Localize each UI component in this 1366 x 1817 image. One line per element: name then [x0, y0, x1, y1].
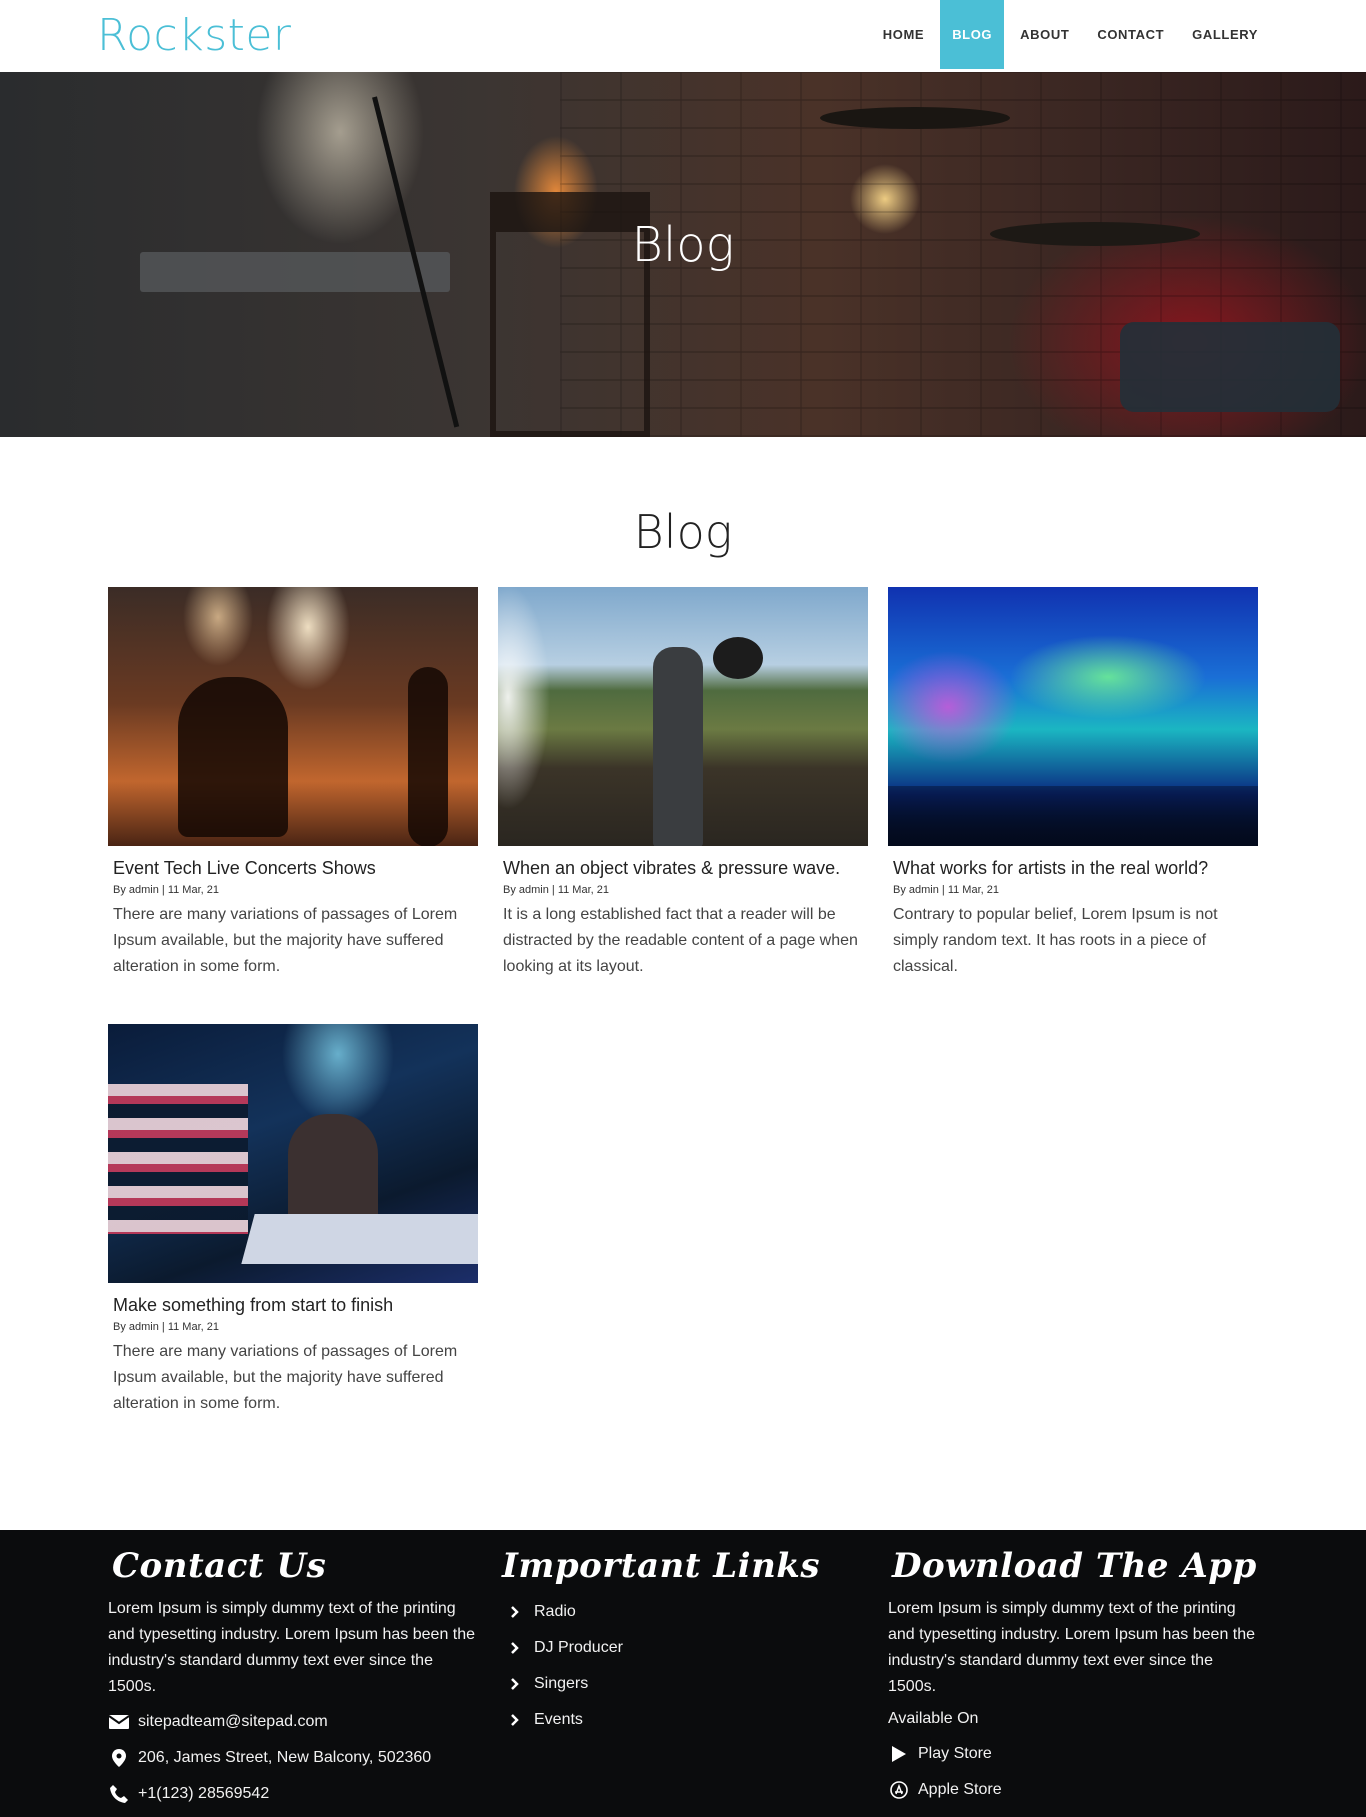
site-footer: Contact Us Lorem Ipsum is simply dummy t…	[0, 1530, 1366, 1817]
nav-contact[interactable]: CONTACT	[1085, 0, 1176, 69]
blog-card-image[interactable]	[498, 587, 868, 846]
main-nav: HOME BLOG ABOUT CONTACT GALLERY	[867, 0, 1270, 69]
footer-link-events[interactable]: Events	[498, 1702, 868, 1738]
image-water-spray	[498, 587, 568, 846]
footer-phone[interactable]: +1(123) 28569542	[108, 1776, 478, 1812]
play-store-link[interactable]: Play Store	[888, 1736, 1258, 1772]
image-raised-hand	[408, 667, 448, 846]
blog-card-meta: By admin | 11 Mar, 21	[893, 884, 999, 896]
footer-contact: Contact Us Lorem Ipsum is simply dummy t…	[108, 1530, 478, 1812]
footer-link-radio[interactable]: Radio	[498, 1594, 868, 1630]
image-boom-mic	[713, 637, 763, 679]
blog-card-title[interactable]: When an object vibrates & pressure wave.	[503, 856, 863, 880]
nav-blog[interactable]: BLOG	[940, 0, 1005, 69]
section-title: Blog	[633, 505, 733, 559]
phone-icon	[108, 1785, 130, 1803]
footer-link-label[interactable]: Singers	[534, 1675, 588, 1693]
image-person	[653, 647, 703, 846]
blog-card-title[interactable]: Event Tech Live Concerts Shows	[113, 856, 473, 880]
hero-banner: Blog	[0, 72, 1366, 437]
footer-address-text: 206, James Street, New Balcony, 502360	[138, 1749, 432, 1766]
blog-card-excerpt: There are many variations of passages of…	[113, 906, 458, 975]
image-crowd	[888, 786, 1258, 846]
apple-store-icon	[888, 1781, 910, 1799]
blog-card-meta: By admin | 11 Mar, 21	[113, 884, 219, 896]
nav-about[interactable]: ABOUT	[1008, 0, 1081, 69]
blog-card-excerpt: There are many variations of passages of…	[113, 1343, 458, 1412]
footer-app: Download The App Lorem Ipsum is simply d…	[888, 1530, 1258, 1808]
map-pin-icon	[108, 1749, 130, 1767]
image-stage-lights	[108, 1084, 248, 1234]
hero-cymbal	[820, 107, 1010, 129]
chevron-right-icon	[504, 1714, 526, 1726]
nav-gallery[interactable]: GALLERY	[1180, 0, 1270, 69]
footer-link-label[interactable]: DJ Producer	[534, 1639, 623, 1657]
image-hands	[178, 677, 288, 837]
blog-card-excerpt: It is a long established fact that a rea…	[503, 906, 858, 975]
footer-link-singers[interactable]: Singers	[498, 1666, 868, 1702]
footer-link-label[interactable]: Events	[534, 1711, 583, 1729]
chevron-right-icon	[504, 1678, 526, 1690]
footer-links: Important Links Radio DJ Producer Singer…	[498, 1530, 868, 1738]
hero-title: Blog	[631, 217, 735, 273]
blog-card-image[interactable]	[108, 1024, 478, 1283]
image-dj-deck	[241, 1214, 478, 1264]
footer-links-list: Radio DJ Producer Singers Events	[498, 1594, 868, 1738]
blog-card[interactable]: Make something from start to finish By a…	[108, 1024, 478, 1417]
envelope-icon	[108, 1715, 130, 1729]
footer-address: 206, James Street, New Balcony, 502360	[108, 1740, 478, 1776]
chevron-right-icon	[504, 1642, 526, 1654]
blog-card[interactable]: Event Tech Live Concerts Shows By admin …	[108, 587, 478, 980]
blog-card-image[interactable]	[888, 587, 1258, 846]
footer-phone-text[interactable]: +1(123) 28569542	[138, 1785, 269, 1803]
chevron-right-icon	[504, 1606, 526, 1618]
footer-contact-title: Contact Us	[112, 1546, 327, 1586]
blog-card-meta: By admin | 11 Mar, 21	[503, 884, 609, 896]
play-store-label[interactable]: Play Store	[918, 1745, 992, 1763]
nav-home[interactable]: HOME	[871, 0, 936, 69]
footer-links-title: Important Links	[502, 1546, 820, 1586]
blog-card[interactable]: What works for artists in the real world…	[888, 587, 1258, 980]
blog-card-meta: By admin | 11 Mar, 21	[113, 1321, 219, 1333]
footer-app-title: Download The App	[892, 1546, 1257, 1586]
blog-card-title[interactable]: Make something from start to finish	[113, 1293, 473, 1317]
image-dj	[288, 1114, 378, 1224]
footer-email-text[interactable]: sitepadteam@sitepad.com	[138, 1713, 328, 1731]
footer-link-dj-producer[interactable]: DJ Producer	[498, 1630, 868, 1666]
apple-store-link[interactable]: Apple Store	[888, 1772, 1258, 1808]
footer-contact-text: Lorem Ipsum is simply dummy text of the …	[108, 1600, 476, 1695]
blog-card-image[interactable]	[108, 587, 478, 846]
blog-card[interactable]: When an object vibrates & pressure wave.…	[498, 587, 868, 980]
footer-email[interactable]: sitepadteam@sitepad.com	[108, 1704, 478, 1740]
site-logo[interactable]: Rockster	[97, 10, 292, 61]
hero-drum	[1120, 322, 1340, 412]
footer-available-on: Available On	[888, 1710, 979, 1727]
blog-card-excerpt: Contrary to popular belief, Lorem Ipsum …	[893, 906, 1218, 975]
apple-store-label[interactable]: Apple Store	[918, 1781, 1002, 1799]
blog-card-title[interactable]: What works for artists in the real world…	[893, 856, 1253, 880]
play-store-icon	[888, 1746, 910, 1762]
footer-app-text: Lorem Ipsum is simply dummy text of the …	[888, 1600, 1256, 1695]
footer-link-label[interactable]: Radio	[534, 1603, 576, 1621]
site-header: Rockster HOME BLOG ABOUT CONTACT GALLERY	[0, 0, 1366, 72]
